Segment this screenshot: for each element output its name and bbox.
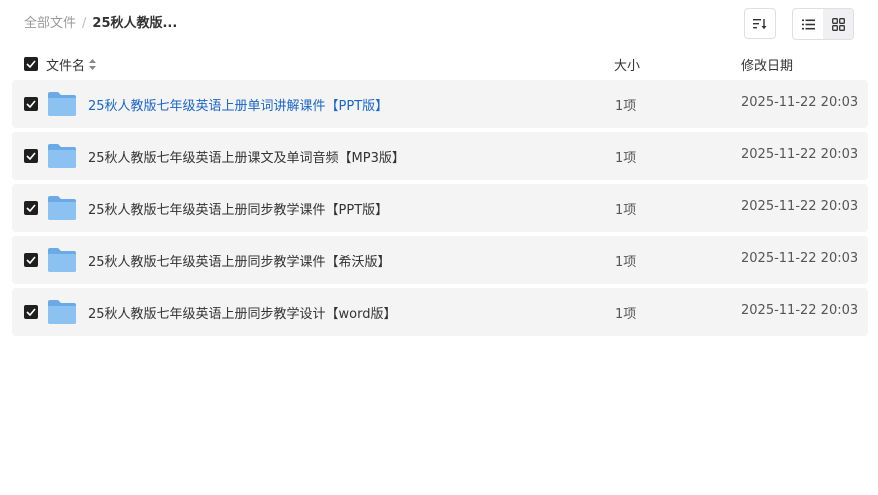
folder-icon: [48, 300, 76, 324]
view-toggle-group: [792, 8, 854, 40]
file-name-link[interactable]: 25秋人教版七年级英语上册课文及单词音频【MP3版】: [88, 147, 405, 166]
check-icon: [26, 60, 36, 68]
check-icon: [26, 100, 36, 108]
file-modified-date: 2025-11-22 20:03: [741, 147, 859, 162]
row-checkbox[interactable]: [24, 97, 38, 111]
file-name-link[interactable]: 25秋人教版七年级英语上册同步教学课件【希沃版】: [88, 251, 391, 270]
size-column-header: 大小: [614, 59, 641, 74]
file-size: 1项: [615, 255, 637, 270]
table-row[interactable]: 25秋人教版七年级英语上册同步教学课件【PPT版】 1项 2025-11-22 …: [12, 184, 868, 232]
table-row[interactable]: 25秋人教版七年级英语上册同步教学设计【word版】 1项 2025-11-22…: [12, 288, 868, 336]
top-bar: 全部文件 / 25秋人教版...: [0, 0, 878, 48]
select-all-checkbox[interactable]: [24, 57, 38, 71]
check-icon: [26, 204, 36, 212]
file-modified-date: 2025-11-22 20:03: [741, 303, 859, 318]
name-column-label: 文件名: [46, 59, 86, 74]
sort-caret-icon[interactable]: [89, 59, 97, 70]
breadcrumb-current: 25秋人教版...: [92, 16, 178, 31]
breadcrumb-separator: /: [82, 16, 87, 31]
table-row[interactable]: 25秋人教版七年级英语上册课文及单词音频【MP3版】 1项 2025-11-22…: [12, 132, 868, 180]
file-name-link[interactable]: 25秋人教版七年级英语上册同步教学课件【PPT版】: [88, 199, 388, 218]
row-checkbox[interactable]: [24, 149, 38, 163]
sort-button[interactable]: [744, 8, 776, 39]
file-modified-date: 2025-11-22 20:03: [741, 95, 859, 110]
grid-view-icon: [831, 17, 845, 31]
file-size: 1项: [615, 99, 637, 114]
folder-icon: [48, 144, 76, 168]
check-icon: [26, 256, 36, 264]
row-checkbox[interactable]: [24, 201, 38, 215]
table-row[interactable]: 25秋人教版七年级英语上册单词讲解课件【PPT版】 1项 2025-11-22 …: [12, 80, 868, 128]
table-row[interactable]: 25秋人教版七年级英语上册同步教学课件【希沃版】 1项 2025-11-22 2…: [12, 236, 868, 284]
row-checkbox[interactable]: [24, 305, 38, 319]
list-view-button[interactable]: [793, 9, 823, 39]
check-icon: [26, 152, 36, 160]
list-view-icon: [801, 19, 815, 29]
sort-icon: [753, 18, 767, 29]
file-modified-date: 2025-11-22 20:03: [741, 251, 859, 266]
folder-icon: [48, 196, 76, 220]
file-size: 1项: [615, 203, 637, 218]
file-name-link[interactable]: 25秋人教版七年级英语上册单词讲解课件【PPT版】: [88, 95, 388, 114]
table-header: 文件名 大小 修改日期: [0, 52, 878, 76]
file-name-link[interactable]: 25秋人教版七年级英语上册同步教学设计【word版】: [88, 303, 397, 322]
breadcrumb-root-link[interactable]: 全部文件: [24, 15, 76, 33]
row-checkbox[interactable]: [24, 253, 38, 267]
check-icon: [26, 308, 36, 316]
file-list: 25秋人教版七年级英语上册单词讲解课件【PPT版】 1项 2025-11-22 …: [12, 80, 868, 340]
name-column-header[interactable]: 文件名: [46, 55, 97, 74]
file-modified-date: 2025-11-22 20:03: [741, 199, 859, 214]
folder-icon: [48, 92, 76, 116]
grid-view-button[interactable]: [823, 9, 853, 39]
modified-column-header: 修改日期: [741, 59, 794, 74]
folder-icon: [48, 248, 76, 272]
file-size: 1项: [615, 151, 637, 166]
breadcrumb: 全部文件 / 25秋人教版...: [24, 15, 177, 33]
file-size: 1项: [615, 307, 637, 322]
